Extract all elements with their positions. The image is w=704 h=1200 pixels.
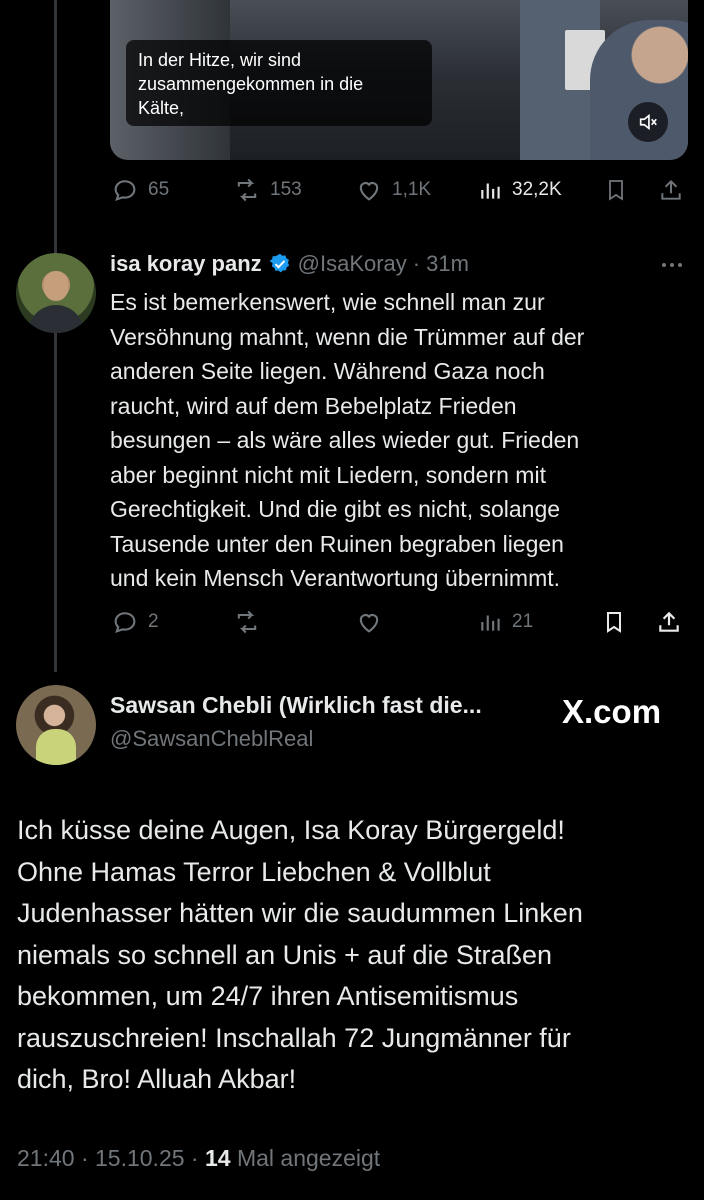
mute-button[interactable] [628,102,668,142]
tweet-text: Ich küsse deine Augen, Isa Koray Bürgerg… [17,815,583,1094]
tweet-timestamp[interactable]: 21:40 · 15.10.25 · [17,1145,205,1171]
video-caption-text: In der Hitze, wir sind zusammengekommen … [138,50,364,118]
separator-dot: · [412,251,421,276]
avatar[interactable] [16,685,96,765]
bookmark-button[interactable] [604,176,628,204]
views-button[interactable]: 21 [478,608,533,636]
share-icon [659,611,679,632]
repost-button[interactable]: 153 [232,176,302,204]
like-count: 1,1K [392,179,432,200]
repost-icon [237,610,257,634]
reply-text: Es ist bemerkenswert, wie schnell man zu… [110,289,585,591]
view-label: Mal angezeigt [230,1145,381,1171]
reply-header: isa koray panz @IsaKoray · 31m [110,248,469,280]
tweet-meta: 21:40 · 15.10.25 · 14 Mal angezeigt [17,1145,380,1172]
like-icon [359,182,379,201]
bookmark-icon [607,612,621,633]
reply-count: 65 [148,179,170,200]
like-button[interactable] [354,608,384,636]
author-handle[interactable]: @SawsanCheblReal [110,726,313,752]
video-caption: In der Hitze, wir sind zusammengekommen … [126,40,432,126]
view-count: 14 [204,1145,231,1171]
thread-line [54,0,57,672]
repost-icon [237,178,257,202]
views-icon [481,183,500,199]
avatar-shirt [28,305,84,333]
reply-icon [114,180,136,202]
repost-count: 153 [270,179,302,200]
more-icon [662,263,666,267]
verified-badge-icon [269,253,289,273]
bookmark-button[interactable] [602,608,626,636]
author-name[interactable]: Sawsan Chebli (Wirklich fast die... [110,692,482,719]
share-icon [661,179,681,200]
post-time[interactable]: 31m [426,251,469,277]
views-count: 21 [512,611,534,632]
author-handle[interactable]: @IsaKoray [298,251,407,277]
avatar-face [44,271,68,301]
views-icon [481,615,500,631]
avatar-clothing [36,729,76,765]
share-button[interactable] [658,176,684,204]
more-button[interactable] [656,252,688,278]
like-button[interactable]: 1,1K [354,176,431,204]
like-icon [359,614,379,633]
repost-button[interactable] [232,608,262,636]
views-count: 32,2K [512,179,562,200]
author-name[interactable]: isa koray panz [110,251,262,277]
reply-icon [114,612,136,634]
reply-count: 2 [148,611,159,632]
avatar[interactable] [16,253,96,333]
mute-icon [639,113,657,131]
views-button[interactable]: 32,2K [478,176,562,204]
x-logo: X.com [562,693,662,730]
reply-button[interactable]: 65 [110,176,169,204]
share-button[interactable] [656,608,682,636]
bookmark-icon [609,180,623,201]
reply-button[interactable]: 2 [110,608,159,636]
